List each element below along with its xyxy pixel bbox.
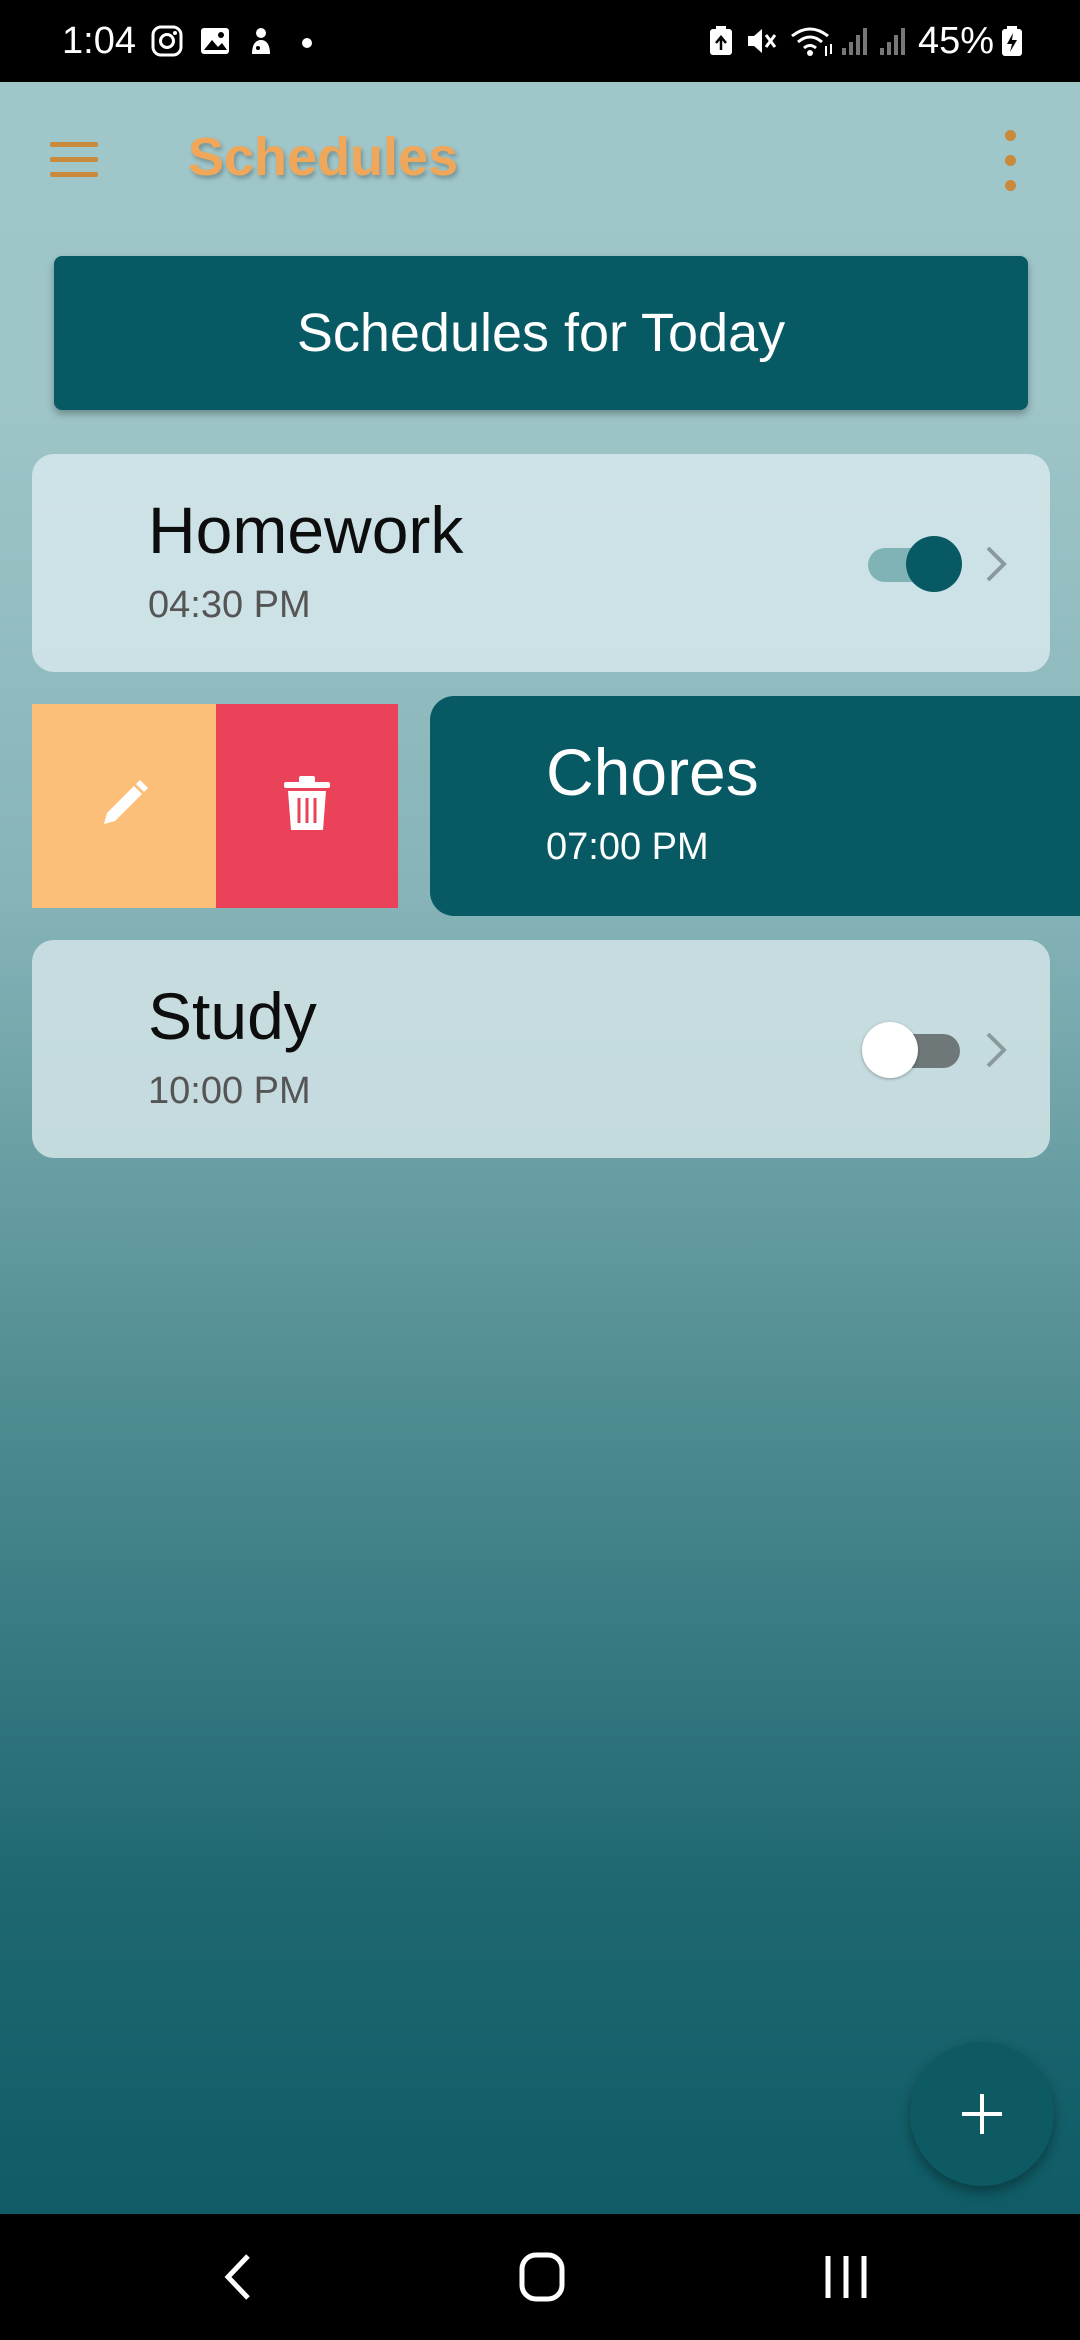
phone-screen: 1:04 45% Schedules Schedules for Today H… xyxy=(0,0,1080,2340)
schedule-toggle[interactable] xyxy=(862,1020,962,1078)
schedule-name: Chores xyxy=(546,735,759,809)
navigation-bar xyxy=(0,2214,1080,2340)
schedule-card-chores[interactable]: Chores 07:00 PM xyxy=(430,696,1080,916)
schedule-name: Study xyxy=(148,979,317,1053)
notification-dot xyxy=(302,38,312,48)
gallery-icon xyxy=(198,24,232,58)
app-content: Schedules Schedules for Today Homework 0… xyxy=(0,82,1080,2214)
battery-icon xyxy=(1000,24,1024,58)
signal-icon xyxy=(876,24,910,58)
signal-icon xyxy=(838,24,872,58)
trash-icon xyxy=(282,774,332,839)
schedule-card-homework[interactable]: Homework 04:30 PM xyxy=(32,454,1050,672)
chevron-right-icon[interactable] xyxy=(976,540,1016,588)
wifi-icon xyxy=(790,24,834,58)
app-notification-icon xyxy=(244,24,278,58)
status-time: 1:04 xyxy=(62,20,136,62)
status-bar: 1:04 45% xyxy=(0,0,1080,82)
schedule-time: 10:00 PM xyxy=(148,1070,311,1112)
page-title: Schedules xyxy=(188,127,459,187)
more-vert-icon[interactable] xyxy=(990,126,1030,196)
chevron-right-icon[interactable] xyxy=(976,1026,1016,1074)
pencil-icon xyxy=(94,774,154,839)
instagram-icon xyxy=(150,24,184,58)
delete-button[interactable] xyxy=(216,704,398,908)
recents-icon[interactable] xyxy=(806,2242,886,2312)
schedules-today-banner[interactable]: Schedules for Today xyxy=(54,256,1028,410)
home-icon[interactable] xyxy=(502,2242,582,2312)
mute-icon xyxy=(744,24,778,58)
schedule-toggle[interactable] xyxy=(862,534,962,592)
schedule-card-study[interactable]: Study 10:00 PM xyxy=(32,940,1050,1158)
back-icon[interactable] xyxy=(200,2242,280,2312)
add-schedule-button[interactable] xyxy=(910,2042,1054,2186)
battery-saver-icon xyxy=(704,24,738,58)
schedule-time: 04:30 PM xyxy=(148,584,311,626)
schedule-time: 07:00 PM xyxy=(546,826,709,868)
hamburger-menu-icon[interactable] xyxy=(44,136,104,184)
battery-percent: 45% xyxy=(918,20,995,62)
schedule-name: Homework xyxy=(148,493,464,567)
edit-button[interactable] xyxy=(32,704,216,908)
